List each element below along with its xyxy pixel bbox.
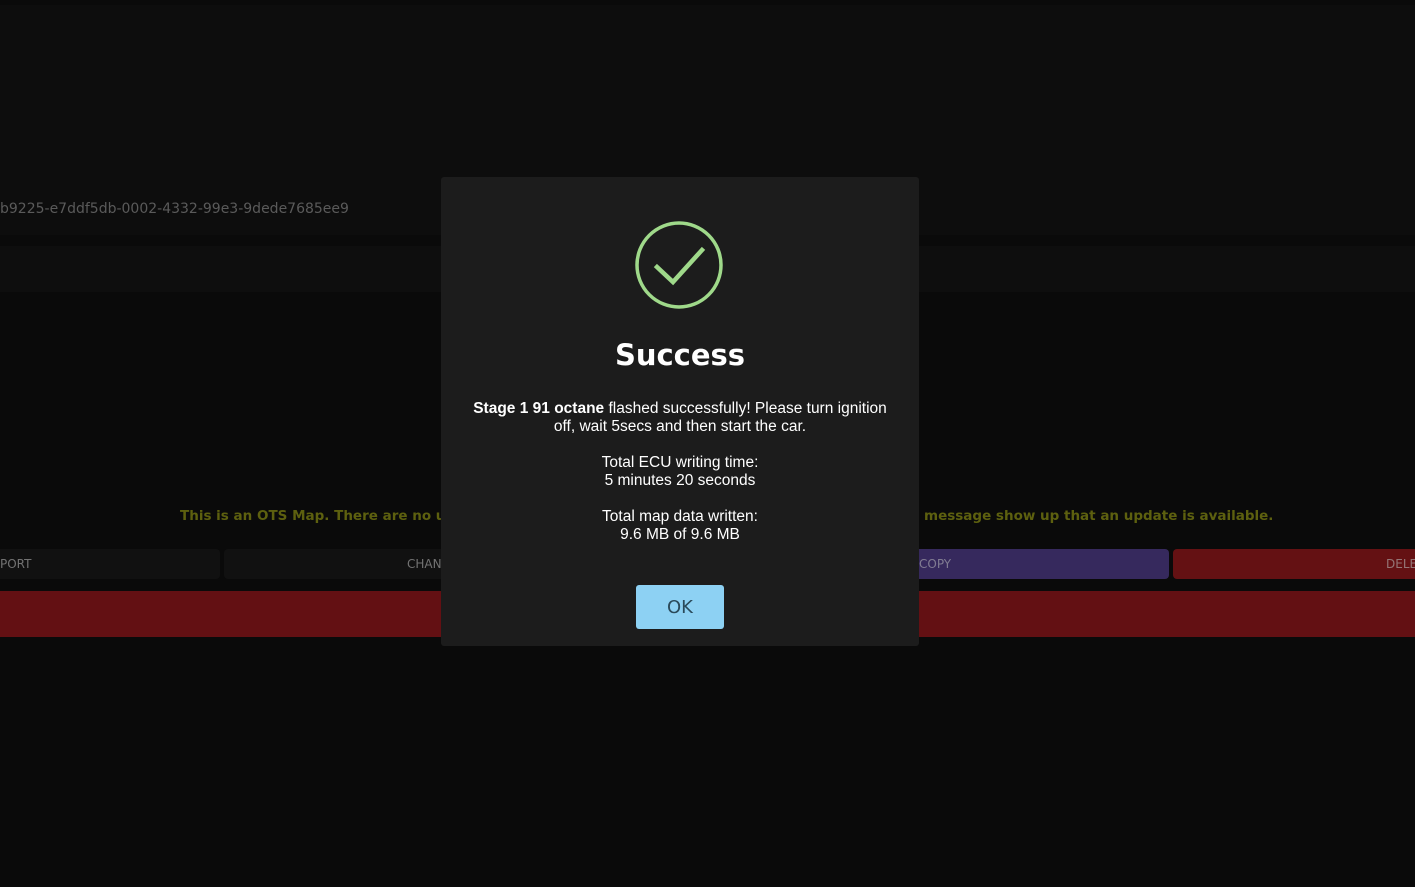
flash-message: flashed successfully! Please turn igniti… <box>553 400 887 435</box>
dialog-title: Success <box>614 338 746 372</box>
data-written: Total map data written: 9.6 MB of 9.6 MB <box>461 508 899 544</box>
map-name: Stage 1 91 octane <box>473 400 605 417</box>
write-time: Total ECU writing time: 5 minutes 20 seco… <box>461 454 899 490</box>
dialog-message: Stage 1 91 octane flashed successfully! … <box>461 400 899 562</box>
data-written-label: Total map data written: <box>602 508 758 525</box>
ok-button[interactable]: OK <box>636 585 724 629</box>
data-written-value: 9.6 MB of 9.6 MB <box>620 526 740 543</box>
success-dialog: Success Stage 1 91 octane flashed succes… <box>441 177 919 646</box>
check-circle-icon <box>635 221 723 309</box>
write-time-label: Total ECU writing time: <box>601 454 759 471</box>
app-page: b9225-e7ddf5db-0002-4332-99e3-9dede7685e… <box>0 0 1415 887</box>
write-time-value: 5 minutes 20 seconds <box>604 472 756 489</box>
flash-result-text: Stage 1 91 octane flashed successfully! … <box>461 400 899 436</box>
